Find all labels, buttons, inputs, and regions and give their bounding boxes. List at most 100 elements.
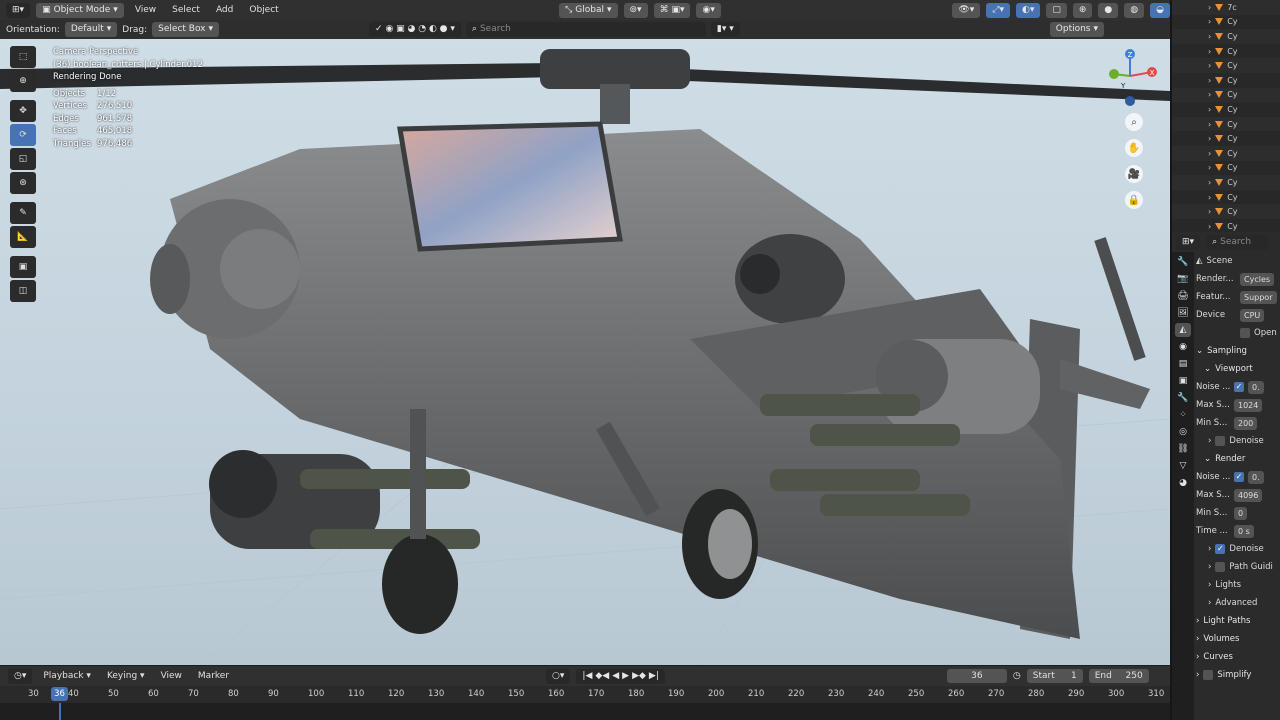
- add-object-tool[interactable]: ◫: [10, 280, 36, 302]
- timeline-menu-view[interactable]: View: [156, 669, 187, 683]
- render-subpanel-header[interactable]: ⌄ Render: [1196, 450, 1280, 468]
- zoom-icon[interactable]: ⌕: [1125, 113, 1143, 131]
- menu-view[interactable]: View: [130, 3, 161, 17]
- path-guiding-subpanel[interactable]: › Path Guidi: [1196, 558, 1280, 576]
- device-select[interactable]: CPU: [1240, 308, 1265, 322]
- chevron-right-icon[interactable]: ›: [1208, 76, 1211, 85]
- shading-wireframe[interactable]: ⊕: [1072, 2, 1093, 18]
- shading-solid[interactable]: ●: [1098, 2, 1119, 18]
- open-shading-checkbox[interactable]: [1240, 328, 1250, 338]
- feature-set-select[interactable]: Suppor: [1240, 290, 1277, 304]
- render-min-samples-field[interactable]: 0: [1234, 506, 1248, 520]
- outliner-row[interactable]: › Cy: [1172, 102, 1280, 117]
- chevron-right-icon[interactable]: ›: [1208, 105, 1211, 114]
- playhead-frame-indicator[interactable]: 36: [51, 687, 68, 701]
- gizmo-button[interactable]: ⤢▾: [986, 2, 1010, 18]
- outliner-row[interactable]: › Cy: [1172, 131, 1280, 146]
- chevron-right-icon[interactable]: ›: [1208, 207, 1211, 216]
- chevron-right-icon[interactable]: ›: [1208, 3, 1211, 12]
- outliner-row[interactable]: › Cy: [1172, 87, 1280, 103]
- timeline-ruler[interactable]: 30 40 50 60 70 80 90 100 110 120 130 140 150 160 170 18…: [0, 686, 1170, 703]
- hand-pan-icon[interactable]: ✋: [1125, 139, 1143, 157]
- snap-button[interactable]: ⌘ ▣▾: [653, 2, 691, 18]
- orientation-select[interactable]: Default ▾: [64, 22, 118, 37]
- start-frame-field[interactable]: Start 1: [1026, 669, 1083, 683]
- menu-object[interactable]: Object: [244, 3, 283, 17]
- viewport-max-samples-field[interactable]: 1024: [1234, 398, 1263, 412]
- advanced-subpanel[interactable]: › Advanced: [1196, 594, 1280, 612]
- bookmark-icon[interactable]: ▮▾ ▾: [710, 22, 740, 37]
- current-frame-field[interactable]: 36: [946, 669, 1007, 683]
- chevron-right-icon[interactable]: ›: [1208, 193, 1211, 202]
- outliner-row[interactable]: › Cy: [1172, 204, 1280, 219]
- collection-tab-icon[interactable]: ▤: [1175, 357, 1191, 371]
- chevron-right-icon[interactable]: ›: [1208, 61, 1211, 70]
- outliner-row[interactable]: › Cy: [1172, 161, 1280, 176]
- simplify-checkbox[interactable]: [1203, 670, 1214, 680]
- timeline-editor-type[interactable]: ◷▾: [8, 668, 33, 684]
- chevron-right-icon[interactable]: ›: [1208, 134, 1211, 143]
- add-cube-tool[interactable]: ▣: [10, 256, 36, 278]
- drag-select[interactable]: Select Box ▾: [152, 22, 220, 37]
- playhead-line[interactable]: [59, 703, 61, 720]
- pivot-button[interactable]: ⊚▾: [623, 2, 648, 18]
- cursor-tool[interactable]: ⊕: [10, 70, 36, 92]
- chevron-right-icon[interactable]: ›: [1208, 32, 1211, 41]
- mode-select[interactable]: ▣ Object Mode ▾: [36, 2, 124, 18]
- tool-tab-icon[interactable]: 🔧: [1175, 255, 1191, 269]
- rotate-tool[interactable]: ⟳: [10, 124, 36, 146]
- outliner-row[interactable]: › Cy: [1172, 175, 1280, 190]
- properties-editor-type[interactable]: ⊞▾: [1176, 235, 1201, 250]
- viewport-noise-checkbox[interactable]: ✓: [1234, 382, 1244, 392]
- physics-tab-icon[interactable]: ◎: [1175, 425, 1191, 439]
- annotate-tool[interactable]: ✎: [10, 202, 36, 224]
- volumes-panel[interactable]: › Volumes: [1196, 630, 1280, 648]
- transform-tool[interactable]: ⊛: [10, 172, 36, 194]
- xray-button[interactable]: ▢: [1046, 2, 1067, 18]
- timeline-menu-marker[interactable]: Marker: [193, 669, 234, 683]
- search-input[interactable]: ⌕ Search: [465, 22, 706, 37]
- axis-gizmo[interactable]: X Y Z: [1100, 46, 1168, 106]
- data-tab-icon[interactable]: ▽: [1175, 459, 1191, 473]
- render-engine-select[interactable]: Cycles: [1240, 272, 1275, 286]
- constraints-tab-icon[interactable]: ⛓: [1175, 442, 1191, 456]
- time-limit-field[interactable]: 0 s: [1234, 524, 1254, 538]
- move-tool[interactable]: ✥: [10, 100, 36, 122]
- path-guiding-checkbox[interactable]: [1215, 562, 1226, 572]
- options-button[interactable]: Options ▾: [1049, 22, 1105, 37]
- outliner-row[interactable]: › Cy: [1172, 73, 1280, 88]
- lights-subpanel[interactable]: › Lights: [1196, 576, 1280, 594]
- view-layer-tab-icon[interactable]: 🖼: [1175, 306, 1191, 320]
- end-frame-field[interactable]: End 250: [1088, 669, 1149, 683]
- render-denoise-checkbox[interactable]: ✓: [1215, 544, 1226, 554]
- editor-type-button[interactable]: ⊞▾: [6, 2, 31, 18]
- shading-rendered[interactable]: ◒: [1150, 2, 1170, 18]
- clock-icon[interactable]: ◷: [1013, 671, 1021, 681]
- sampling-panel-header[interactable]: ⌄ Sampling: [1196, 342, 1280, 360]
- proportional-edit-button[interactable]: ◉▾: [696, 2, 721, 18]
- timeline-menu-keying[interactable]: Keying ▾: [102, 669, 150, 683]
- world-tab-icon[interactable]: ◉: [1175, 340, 1191, 354]
- visibility-button[interactable]: 👁▾: [952, 2, 981, 18]
- chevron-right-icon[interactable]: ›: [1208, 149, 1211, 158]
- scale-tool[interactable]: ◱: [10, 148, 36, 170]
- particles-tab-icon[interactable]: ⁘: [1175, 408, 1191, 422]
- select-box-tool[interactable]: ⬚: [10, 46, 36, 68]
- outliner-row[interactable]: › Cy: [1172, 29, 1280, 44]
- playback-controls[interactable]: |◀ ◆◀ ◀ ▶ ▶◆ ▶|: [576, 668, 665, 684]
- timeline-track-area[interactable]: [0, 703, 1170, 720]
- shading-material[interactable]: ◍: [1124, 2, 1145, 18]
- modifier-tab-icon[interactable]: 🔧: [1175, 391, 1191, 405]
- render-noise-field[interactable]: 0.: [1248, 470, 1264, 484]
- viewport-subpanel-header[interactable]: ⌄ Viewport: [1196, 360, 1280, 378]
- chevron-right-icon[interactable]: ›: [1208, 90, 1211, 99]
- outliner-row[interactable]: › Cy: [1172, 116, 1280, 132]
- light-paths-panel[interactable]: › Light Paths: [1196, 612, 1280, 630]
- scene-tab-icon[interactable]: ◭: [1175, 323, 1191, 337]
- lock-icon[interactable]: 🔒: [1125, 191, 1143, 209]
- outliner-row[interactable]: › Cy: [1172, 44, 1280, 59]
- chevron-right-icon[interactable]: ›: [1208, 222, 1211, 231]
- render-tab-icon[interactable]: 📷: [1175, 272, 1191, 286]
- transform-orientation-select[interactable]: ⤡ Global ▾: [559, 2, 618, 18]
- outliner-row[interactable]: › 7c: [1172, 0, 1280, 15]
